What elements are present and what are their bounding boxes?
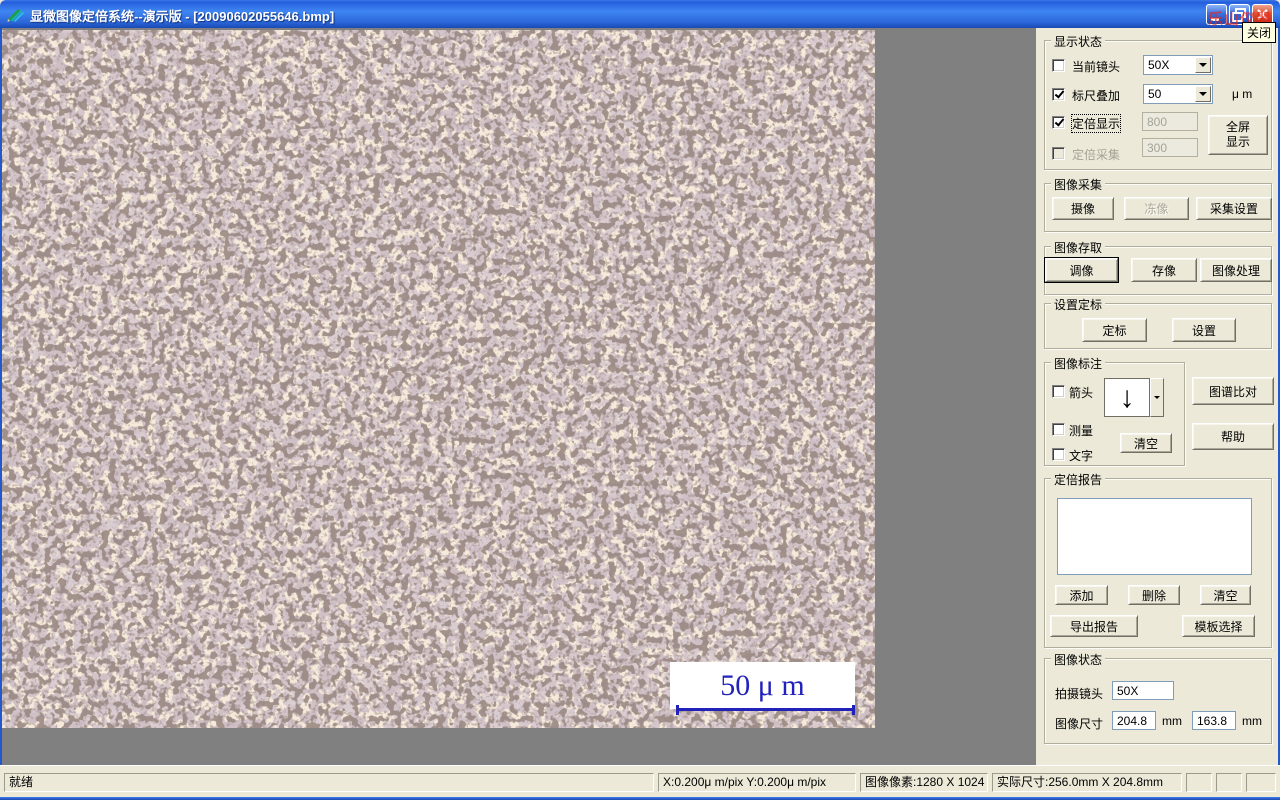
load-image-button[interactable]: 调像 xyxy=(1045,258,1118,282)
status-bar: 就绪 X:0.200μ m/pix Y:0.200μ m/pix 图像像素:12… xyxy=(0,765,1280,797)
report-add-button[interactable]: 添加 xyxy=(1055,585,1108,605)
status-pane-extra-3 xyxy=(1246,773,1276,792)
calibration-settings-button[interactable]: 设置 xyxy=(1172,318,1236,342)
help-button[interactable]: 帮助 xyxy=(1192,423,1274,450)
down-arrow-icon: ↓ xyxy=(1119,380,1135,414)
text-label: 文字 xyxy=(1069,449,1094,463)
image-height-field[interactable]: 163.8 xyxy=(1192,711,1236,730)
capture-settings-button[interactable]: 采集设置 xyxy=(1196,197,1272,220)
group-storage-title: 图像存取 xyxy=(1051,239,1106,256)
report-delete-button[interactable]: 删除 xyxy=(1128,585,1180,605)
window-title: 显微图像定倍系统--演示版 - [20090602055646.bmp] xyxy=(30,9,335,24)
size-field-label: 图像尺寸 xyxy=(1055,717,1104,731)
text-checkbox[interactable] xyxy=(1052,448,1065,461)
report-clear-button[interactable]: 清空 xyxy=(1200,585,1251,605)
group-display-status-title: 显示状态 xyxy=(1051,33,1106,50)
group-calibration: 设置 定标 xyxy=(1044,296,1272,349)
status-pixel-scale: X:0.200μ m/pix Y:0.200μ m/pix xyxy=(658,773,856,792)
freeze-button: 冻像 xyxy=(1124,197,1189,220)
fixed-capture-label: 定倍采集 xyxy=(1072,148,1121,162)
measure-checkbox[interactable] xyxy=(1052,423,1065,436)
group-calibration-title: 设置定标 xyxy=(1051,296,1106,313)
arrow-label: 箭头 xyxy=(1069,386,1094,400)
status-ready: 就绪 xyxy=(4,773,654,792)
close-tooltip: 关闭 xyxy=(1242,22,1277,43)
fullscreen-button-label: 全屏显示 xyxy=(1225,120,1250,149)
status-pane-extra-1 xyxy=(1186,773,1212,792)
status-actual-size: 实际尺寸:256.0mm X 204.8mm xyxy=(992,773,1182,792)
calibrate-button[interactable]: 定标 xyxy=(1082,318,1147,342)
fixed-display-input: 800 xyxy=(1142,112,1198,131)
micrograph-texture xyxy=(2,30,875,728)
group-annotation-title: 图像标注 xyxy=(1051,355,1106,372)
control-panel: 显示状态 当前镜头 50X 标尺叠加 50 μ m 定倍显示 800 定倍采集 … xyxy=(1036,28,1278,765)
ruler-overlay-label: 标尺叠加 xyxy=(1072,89,1121,103)
app-window: 显微图像定倍系统--演示版 - [20090602055646.bmp] 乐山仪… xyxy=(0,0,1280,800)
status-pane-extra-2 xyxy=(1216,773,1242,792)
arrow-style-preview[interactable]: ↓ xyxy=(1104,378,1150,417)
ruler-unit-label: μ m xyxy=(1232,87,1253,101)
lens-field-label: 拍摄镜头 xyxy=(1055,687,1104,701)
arrow-checkbox[interactable] xyxy=(1052,385,1065,398)
lens-field[interactable]: 50X xyxy=(1112,681,1174,700)
current-lens-value: 50X xyxy=(1148,58,1170,72)
ruler-dropdown-icon[interactable] xyxy=(1195,86,1211,102)
group-report-title: 定倍报告 xyxy=(1051,471,1106,488)
image-width-field[interactable]: 204.8 xyxy=(1112,711,1156,730)
current-lens-dropdown-icon[interactable] xyxy=(1195,57,1211,73)
current-lens-combo[interactable]: 50X xyxy=(1143,55,1213,75)
window-frame-left xyxy=(0,28,2,797)
current-lens-label: 当前镜头 xyxy=(1072,60,1121,74)
scale-bar-label: 50 μ m xyxy=(670,662,855,709)
micrograph-canvas[interactable]: 50 μ m xyxy=(2,30,875,728)
status-image-pixels: 图像像素:1280 X 1024 xyxy=(860,773,988,792)
report-listbox[interactable] xyxy=(1057,498,1252,575)
report-export-button[interactable]: 导出报告 xyxy=(1050,615,1138,637)
group-capture-title: 图像采集 xyxy=(1051,176,1106,193)
arrow-dropdown-icon xyxy=(1154,396,1160,399)
app-icon xyxy=(7,9,24,22)
report-template-button[interactable]: 模板选择 xyxy=(1182,615,1255,637)
ruler-value: 50 xyxy=(1148,87,1162,101)
fixed-capture-checkbox xyxy=(1052,147,1065,160)
group-image-status-title: 图像状态 xyxy=(1051,651,1106,668)
fullscreen-button[interactable]: 全屏显示 xyxy=(1208,115,1268,155)
shoot-button[interactable]: 摄像 xyxy=(1052,197,1114,220)
client-area: 50 μ m 显示状态 当前镜头 50X 标尺叠加 50 μ m 定倍显示 80… xyxy=(0,28,1280,765)
save-image-button[interactable]: 存像 xyxy=(1131,258,1197,282)
fixed-capture-input: 300 xyxy=(1142,138,1198,157)
current-lens-checkbox[interactable] xyxy=(1052,59,1065,72)
scale-bar-line xyxy=(676,705,855,715)
ruler-overlay-checkbox[interactable] xyxy=(1052,88,1065,101)
height-unit-label: mm xyxy=(1242,714,1262,728)
width-unit-label: mm xyxy=(1162,714,1182,728)
title-bar: 显微图像定倍系统--演示版 - [20090602055646.bmp] 乐山仪… xyxy=(0,0,1280,28)
scale-bar-text: 50 μ m xyxy=(720,668,805,702)
fixed-display-checkbox[interactable] xyxy=(1052,116,1065,129)
atlas-compare-button[interactable]: 图谱比对 xyxy=(1192,377,1274,405)
annotation-clear-button[interactable]: 清空 xyxy=(1120,433,1172,453)
measure-label: 测量 xyxy=(1069,424,1094,438)
ruler-value-combo[interactable]: 50 xyxy=(1143,84,1213,104)
arrow-style-dropdown[interactable] xyxy=(1150,378,1164,417)
fixed-display-label: 定倍显示 xyxy=(1070,114,1122,133)
image-process-button[interactable]: 图像处理 xyxy=(1200,258,1272,282)
